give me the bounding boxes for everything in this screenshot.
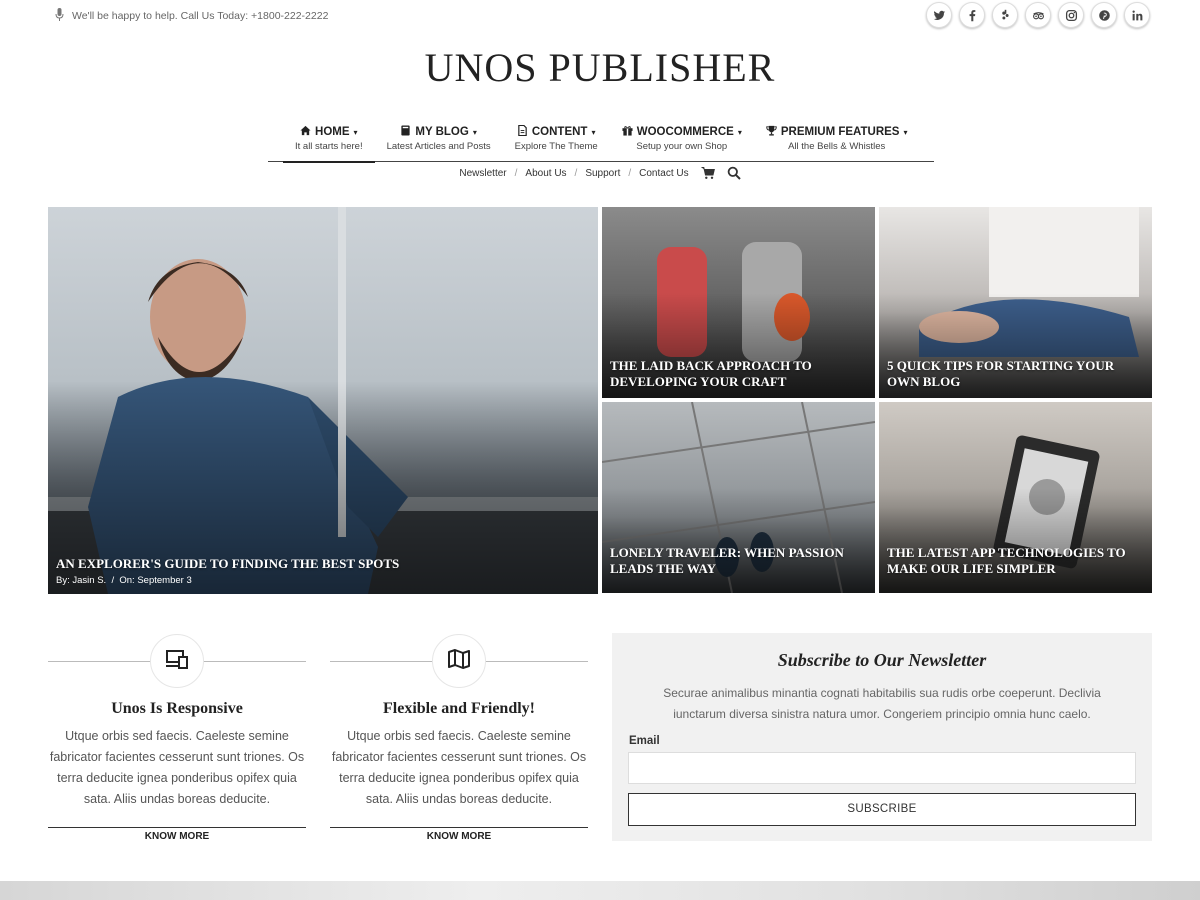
email-label: Email: [629, 735, 660, 747]
twitter-icon[interactable]: [926, 2, 952, 28]
chevron-down-icon: ▾: [591, 127, 596, 137]
separator: /: [514, 167, 518, 179]
gift-icon: [622, 125, 633, 139]
nav-sub: It all starts here!: [295, 141, 363, 152]
hero-main-title[interactable]: AN EXPLORER'S GUIDE TO FINDING THE BEST …: [56, 556, 590, 572]
pinterest-icon[interactable]: [1091, 2, 1117, 28]
main-nav: HOME ▾ It all starts here! MY BLOG ▾ Lates…: [268, 124, 934, 163]
post-date: September 3: [137, 575, 192, 586]
tile-shade: [879, 487, 1152, 593]
newsletter-text: Securae animalibus minantia cognati habi…: [663, 686, 1101, 721]
home-icon: [300, 125, 311, 139]
trophy-icon: [766, 125, 777, 139]
hero-tile-post[interactable]: LONELY TRAVELER: WHEN PASSION LEADS THE …: [602, 402, 875, 593]
subscribe-button[interactable]: SUBSCRIBE: [628, 793, 1136, 826]
tile-title[interactable]: THE LAID BACK APPROACH TO DEVELOPING YOU…: [610, 358, 867, 390]
nav-sub: Setup your own Shop: [636, 141, 728, 152]
chevron-down-icon: ▾: [472, 127, 477, 137]
tile-title[interactable]: 5 QUICK TIPS FOR STARTING YOUR OWN BLOG: [887, 358, 1144, 390]
feature-icon-circle: [432, 634, 486, 688]
hero-tile-post[interactable]: THE LAID BACK APPROACH TO DEVELOPING YOU…: [602, 207, 875, 398]
book-icon: [400, 125, 411, 139]
tile-title[interactable]: LONELY TRAVELER: WHEN PASSION LEADS THE …: [610, 545, 867, 577]
by-label: By:: [56, 575, 70, 586]
microphone-icon: [55, 8, 64, 24]
newsletter-title: Subscribe to Our Newsletter: [777, 650, 987, 670]
search-icon[interactable]: [727, 166, 741, 180]
help-line: We'll be happy to help. Call Us Today: +…: [55, 8, 328, 24]
hero-main-post[interactable]: AN EXPLORER'S GUIDE TO FINDING THE BEST …: [48, 207, 598, 594]
social-links: [926, 2, 1150, 28]
secnav-newsletter[interactable]: Newsletter: [459, 168, 506, 179]
secnav-about-us[interactable]: About Us: [525, 168, 566, 179]
feature-responsive: Unos Is Responsive Utque orbis sed faeci…: [48, 634, 306, 842]
nav-item-content[interactable]: CONTENT ▾ Explore The Theme: [503, 124, 610, 162]
site-logo[interactable]: UNOS PUBLISHER: [0, 44, 1200, 91]
linkedin-icon[interactable]: [1124, 2, 1150, 28]
map-icon: [447, 648, 471, 675]
nav-label: CONTENT: [531, 126, 588, 138]
nav-label: WOOCOMMERCE: [636, 126, 734, 138]
hero-tile-post[interactable]: THE LATEST APP TECHNOLOGIES TO MAKE OUR …: [879, 402, 1152, 593]
hero-main-meta: By: Jasin S. / On: September 3: [56, 575, 192, 586]
nav-label: PREMIUM FEATURES: [780, 126, 900, 138]
feature-flexible: Flexible and Friendly! Utque orbis sed f…: [330, 634, 588, 842]
cart-icon[interactable]: [701, 166, 715, 180]
email-field[interactable]: [628, 752, 1136, 784]
separator: /: [574, 167, 578, 179]
feature-icon-circle: [150, 634, 204, 688]
file-icon: [517, 124, 528, 139]
nav-label: MY BLOG: [415, 126, 469, 138]
nav-item-premium-features[interactable]: PREMIUM FEATURES ▾ All the Bells & Whistl…: [754, 124, 920, 162]
feature-text: Utque orbis sed faecis. Caeleste semine …: [331, 729, 587, 806]
feature-text: Utque orbis sed faecis. Caeleste semine …: [49, 729, 305, 806]
author[interactable]: Jasin S.: [72, 575, 106, 586]
secondary-nav: Newsletter / About Us / Support / Contac…: [0, 166, 1200, 180]
chevron-down-icon: ▾: [353, 127, 358, 137]
instagram-icon[interactable]: [1058, 2, 1084, 28]
tile-title[interactable]: THE LATEST APP TECHNOLOGIES TO MAKE OUR …: [887, 545, 1144, 577]
footer-banner-image: [0, 881, 1200, 900]
nav-item-home[interactable]: HOME ▾ It all starts here!: [268, 124, 375, 163]
separator: /: [628, 167, 632, 179]
chevron-down-icon: ▾: [903, 127, 908, 137]
know-more-button[interactable]: KNOW MORE: [330, 827, 588, 842]
tripadvisor-icon[interactable]: [1025, 2, 1051, 28]
nav-item-woocommerce[interactable]: WOOCOMMERCE ▾ Setup your own Shop: [610, 124, 754, 162]
facebook-icon[interactable]: [959, 2, 985, 28]
nav-sub: All the Bells & Whistles: [788, 141, 886, 152]
meta-separator: /: [108, 575, 117, 586]
tile-shade: [602, 487, 875, 593]
devices-icon: [165, 648, 189, 675]
chevron-down-icon: ▾: [737, 127, 742, 137]
secnav-support[interactable]: Support: [585, 168, 620, 179]
nav-sub: Explore The Theme: [514, 141, 598, 152]
feature-title: Unos Is Responsive: [111, 700, 243, 717]
know-more-button[interactable]: KNOW MORE: [48, 827, 306, 842]
on-label: On:: [119, 575, 135, 586]
yelp-icon[interactable]: [992, 2, 1018, 28]
help-text: We'll be happy to help. Call Us Today: +…: [72, 10, 329, 22]
nav-sub: Latest Articles and Posts: [386, 141, 491, 152]
top-bar: We'll be happy to help. Call Us Today: +…: [0, 0, 1200, 30]
newsletter-box: Subscribe to Our Newsletter Securae anim…: [612, 633, 1152, 841]
hero-tile-post[interactable]: 5 QUICK TIPS FOR STARTING YOUR OWN BLOG: [879, 207, 1152, 398]
secnav-contact-us[interactable]: Contact Us: [639, 168, 688, 179]
nav-item-my-blog[interactable]: MY BLOG ▾ Latest Articles and Posts: [375, 124, 503, 162]
feature-title: Flexible and Friendly!: [383, 700, 535, 717]
nav-label: HOME: [315, 126, 350, 138]
